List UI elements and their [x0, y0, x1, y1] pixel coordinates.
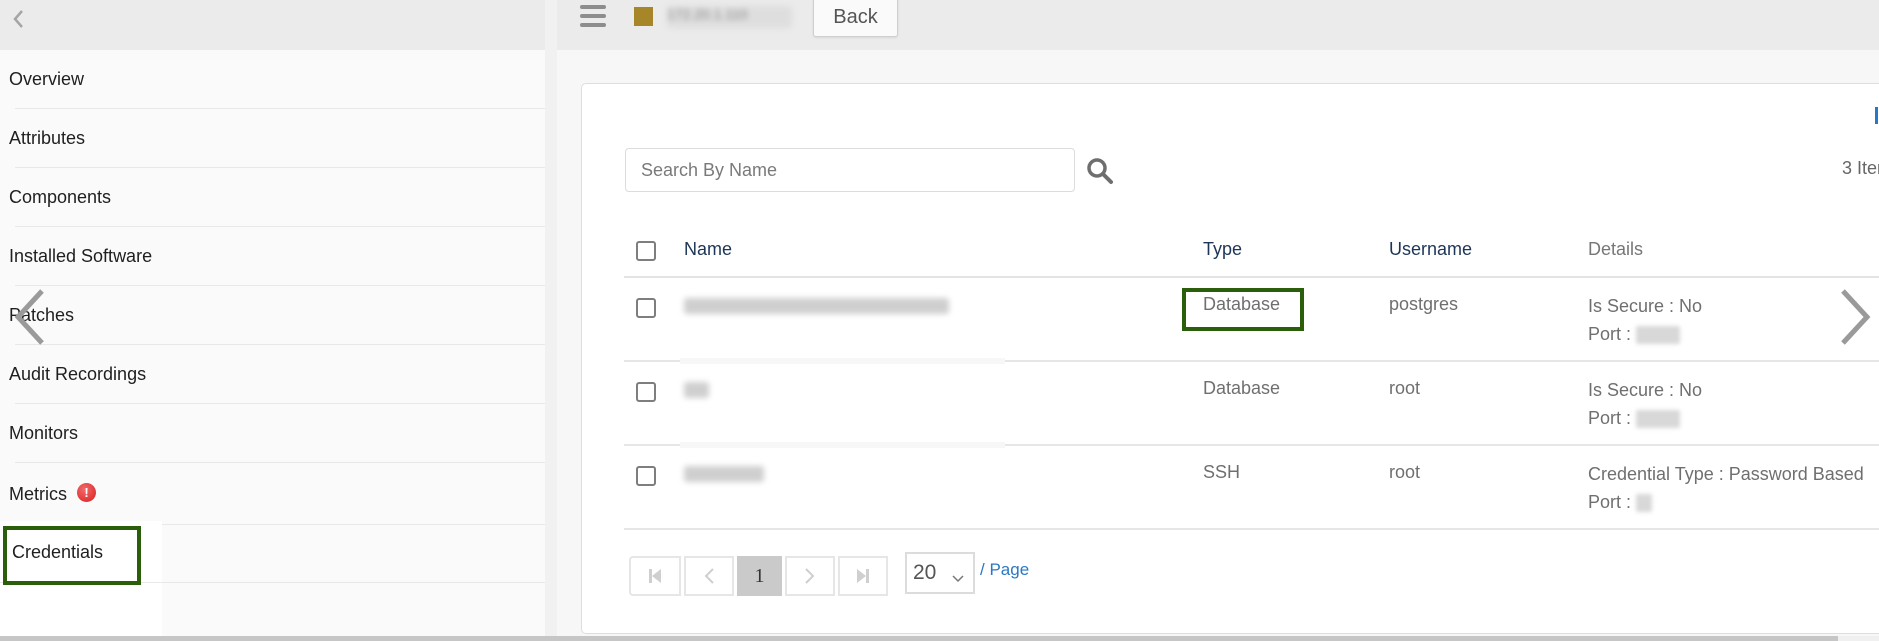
pagination: 1 [629, 556, 891, 596]
item-count: 3 Items [1842, 158, 1879, 178]
row-checkbox[interactable] [636, 466, 656, 486]
credential-details: Is Secure : No Port : 3306 [1588, 380, 1703, 429]
table-header: Name Type Username Details [624, 221, 1879, 278]
first-page-icon [649, 569, 661, 583]
sidebar-item-overview[interactable]: Overview [0, 50, 545, 109]
credential-type: Database [1203, 294, 1281, 314]
credential-name[interactable]: SSH Creds [684, 466, 764, 482]
chevron-down-icon [951, 566, 965, 590]
column-header-username[interactable]: Username [1389, 239, 1472, 260]
last-page-icon [857, 569, 869, 583]
back-button[interactable]: Back [813, 0, 898, 37]
credential-details: Credential Type : Password Based Port : … [1588, 464, 1864, 513]
select-all-checkbox[interactable] [636, 241, 656, 261]
table-row[interactable]: SSH Creds SSH root Credential Type : Pas… [624, 446, 1879, 530]
credential-type: Database [1203, 378, 1281, 398]
sidebar-header [0, 0, 545, 50]
credential-name[interactable]: db [684, 382, 709, 398]
chevron-left-icon[interactable] [8, 6, 28, 32]
row-checkbox[interactable] [636, 298, 656, 318]
sidebar-item-label: Components [9, 187, 112, 207]
search-icon[interactable] [1086, 157, 1114, 185]
active-item-wrapper: Credentials [0, 521, 545, 641]
page-number-button[interactable]: 1 [737, 556, 782, 596]
search-input[interactable] [625, 148, 1075, 192]
first-page-button[interactable] [629, 556, 681, 596]
credential-details: Is Secure : No Port : 5432 [1588, 296, 1703, 345]
sidebar-item-metrics[interactable]: Metrics ! [0, 463, 545, 525]
previous-page-button[interactable] [684, 556, 734, 596]
per-page-select[interactable]: 20 [905, 552, 975, 594]
sidebar-item-components[interactable]: Components [0, 168, 545, 227]
port-value: 22 [1636, 494, 1653, 513]
previous-chevron-icon[interactable] [14, 287, 46, 352]
sidebar-item-label: Audit Recordings [9, 364, 147, 384]
sidebar-item-credentials[interactable]: Credentials [0, 521, 545, 583]
sidebar-item-attributes[interactable]: Attributes [0, 109, 545, 168]
per-page-label: / Page [980, 560, 1030, 579]
per-page-value: 20 [913, 561, 937, 584]
sidebar: Overview Attributes Components Installed… [0, 0, 545, 641]
sidebar-item-monitors[interactable]: Monitors [0, 404, 545, 463]
port-value: 3306 [1636, 410, 1681, 429]
scrollbar-thumb[interactable] [0, 636, 1838, 641]
host-title: 172.20.1.110 [667, 6, 792, 28]
next-chevron-icon[interactable] [1839, 287, 1871, 352]
column-header-name[interactable]: Name [684, 239, 732, 260]
sidebar-item-label: Monitors [9, 423, 79, 443]
splitter[interactable] [545, 0, 557, 641]
sidebar-item-label: Installed Software [9, 246, 153, 266]
credentials-table: Name Type Username Details centosmaster_… [624, 221, 1879, 530]
top-bar: 172.20.1.110 Back [557, 0, 1879, 50]
sidebar-nav: Overview Attributes Components Installed… [0, 50, 545, 525]
status-indicator [634, 7, 653, 26]
row-checkbox[interactable] [636, 382, 656, 402]
table-row[interactable]: db Database root Is Secure : No Port : 3… [624, 362, 1879, 448]
alert-icon: ! [77, 482, 96, 502]
chevron-left-icon [704, 568, 714, 584]
chevron-right-icon [805, 568, 815, 584]
sidebar-item-label: Attributes [9, 128, 86, 148]
credential-username: root [1389, 462, 1421, 482]
table-row[interactable]: centosmaster_postgresdb_cred Database po… [624, 278, 1879, 364]
credentials-card: 3 Items Name Type Username Details cento… [581, 83, 1879, 634]
credential-name[interactable]: centosmaster_postgresdb_cred [684, 298, 949, 314]
sidebar-item-label: Credentials [12, 541, 104, 562]
next-page-button[interactable] [785, 556, 835, 596]
last-page-button[interactable] [838, 556, 888, 596]
column-header-details: Details [1588, 239, 1644, 259]
horizontal-scrollbar[interactable] [0, 636, 1879, 641]
credential-username: postgres [1389, 294, 1459, 314]
sidebar-item-label: Overview [9, 69, 85, 89]
hamburger-icon[interactable] [580, 5, 606, 27]
sidebar-item-installed-software[interactable]: Installed Software [0, 227, 545, 286]
sidebar-item-audit-recordings[interactable]: Audit Recordings [0, 345, 545, 404]
add-credential-link[interactable] [1875, 107, 1878, 124]
sidebar-item-patches[interactable]: Patches [0, 286, 545, 345]
port-value: 5432 [1636, 326, 1681, 345]
sidebar-item-label: Metrics [9, 483, 67, 504]
main-content: 172.20.1.110 Back 3 Items Name Type User… [557, 0, 1879, 641]
app-root: Overview Attributes Components Installed… [0, 0, 1879, 641]
credential-type: SSH [1203, 462, 1241, 482]
column-header-type[interactable]: Type [1203, 239, 1242, 260]
credential-username: root [1389, 378, 1421, 398]
